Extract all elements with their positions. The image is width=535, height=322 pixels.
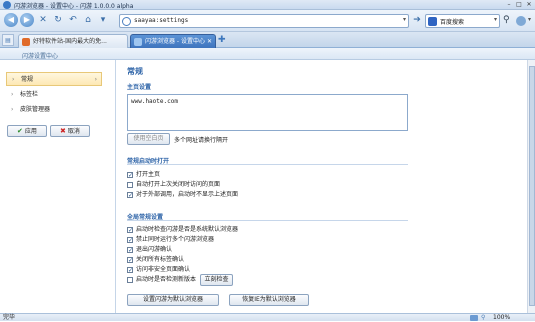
search-box[interactable]: 百度搜索 ▾	[425, 14, 500, 28]
checkbox-check-default[interactable]: ✓ 启动时检查闪游是否是系统默认浏览器	[127, 226, 238, 234]
new-tab-icon[interactable]: ✚	[218, 35, 228, 45]
page-title: 闪游设置中心	[22, 53, 59, 60]
site-favicon-icon	[22, 38, 30, 46]
checkbox-icon[interactable]: ✓	[127, 191, 133, 198]
address-input[interactable]: saayaa:settings	[134, 17, 188, 24]
cross-icon: ✖	[60, 127, 66, 135]
settings-header: 闪游设置中心	[0, 48, 535, 60]
sidebar-toggle-icon[interactable]: ▤	[2, 34, 14, 46]
checkbox-label: 退出闪游确认	[136, 246, 173, 253]
search-engine-label: 百度搜索	[440, 19, 465, 26]
bullet-icon: ›	[11, 91, 14, 98]
home-icon[interactable]: ⌂	[82, 14, 94, 26]
checkbox-confirm-insecure[interactable]: ✓ 访问非安全页面确认	[127, 266, 190, 274]
sidebar-item-label: 皮肤管理器	[20, 106, 51, 113]
checkbox-icon[interactable]	[127, 181, 133, 188]
divider	[127, 220, 408, 221]
chevron-right-icon: ›	[94, 76, 97, 83]
homepage-heading: 主页设置	[127, 84, 152, 91]
app-logo-icon	[3, 1, 11, 9]
checkbox-icon[interactable]: ✓	[127, 226, 133, 233]
check-icon: ✔	[17, 127, 23, 135]
checkbox-confirm-exit[interactable]: ✓ 退出闪游确认	[127, 246, 172, 254]
bullet-icon: ›	[12, 76, 15, 83]
checkbox-confirm-close-all[interactable]: ✓ 关闭所有标签确认	[127, 256, 184, 264]
chevron-down-icon[interactable]: ▾	[403, 16, 406, 23]
close-tab-icon[interactable]: ✕	[207, 35, 212, 48]
tab-label: 好特软件站-国内最大的免...	[33, 38, 107, 45]
sidebar-item-label: 常规	[21, 76, 34, 83]
sidebar-item-tabbar[interactable]: › 标签栏	[6, 88, 102, 102]
restore-ie-default-button[interactable]: 恢复IE为默认浏览器	[229, 294, 309, 306]
globe-icon	[122, 17, 131, 26]
divider	[127, 164, 408, 165]
tab-haote[interactable]: 好特软件站-国内最大的免...	[18, 34, 128, 48]
checkbox-label: 自动打开上次关闭时访问的页面	[136, 181, 221, 188]
checkbox-single-instance[interactable]: ✓ 禁止同时运行多个闪游浏览器	[127, 236, 214, 244]
status-bar: 完毕 ⚲ 100%	[0, 313, 535, 321]
page-icon	[470, 315, 478, 321]
title-bar: 闪游浏览器 - 设置中心 - 闪游 1.0.0.0 alpha – □ ✕	[0, 0, 535, 10]
checkbox-label: 访问非安全页面确认	[136, 266, 191, 273]
homepage-value[interactable]: www.haote.com	[131, 98, 178, 105]
forward-icon[interactable]: ▶	[20, 13, 34, 27]
checkbox-label: 关闭所有标签确认	[136, 256, 185, 263]
checkbox-icon[interactable]	[127, 276, 133, 283]
sidebar-item-label: 标签栏	[20, 91, 39, 98]
homepage-hint: 多个网址请换行隔开	[174, 137, 229, 144]
refresh-icon[interactable]: ↻	[52, 14, 64, 26]
tab-label: 闪游浏览器 - 设置中心	[145, 38, 205, 45]
close-button[interactable]: ✕	[524, 1, 534, 8]
minimize-button[interactable]: –	[504, 1, 514, 8]
scrollbar-thumb[interactable]	[529, 66, 535, 306]
dropdown-icon[interactable]: ▾	[97, 14, 109, 26]
apply-button[interactable]: ✔ 应用	[7, 125, 47, 137]
settings-content: 常规 主页设置 www.haote.com 使用空白页 多个网址请换行隔开 常规…	[117, 60, 527, 313]
checkbox-label: 对于外部调用，启动时不显示上述页面	[136, 191, 239, 198]
apply-label: 应用	[24, 128, 37, 135]
use-blank-page-button[interactable]: 使用空白页	[127, 133, 170, 145]
checkbox-restore-last[interactable]: 自动打开上次关闭时访问的页面	[127, 181, 220, 189]
checkbox-external-call[interactable]: ✓ 对于外部调用，启动时不显示上述页面	[127, 191, 238, 199]
window-title: 闪游浏览器 - 设置中心 - 闪游 1.0.0.0 alpha	[14, 3, 134, 10]
settings-sidebar: › 常规 › › 标签栏 › 皮肤管理器 ✔ 应用 ✖ 取消	[0, 60, 116, 313]
checkbox-icon[interactable]: ✓	[127, 171, 133, 178]
tab-settings[interactable]: 闪游浏览器 - 设置中心 ✕	[130, 34, 216, 48]
checkbox-icon[interactable]: ✓	[127, 246, 133, 253]
check-now-button[interactable]: 立刻检查	[200, 274, 233, 286]
scrollbar[interactable]	[527, 60, 535, 313]
chevron-down-icon[interactable]: ▾	[494, 16, 497, 23]
checkbox-icon[interactable]: ✓	[127, 256, 133, 263]
checkbox-label: 启动时是否检测新版本	[136, 276, 197, 283]
checkbox-open-homepage[interactable]: ✓ 打开主页	[127, 171, 160, 179]
back-icon[interactable]: ◀	[4, 13, 18, 27]
sidebar-item-general[interactable]: › 常规 ›	[6, 72, 102, 86]
go-icon[interactable]: ➔	[411, 14, 423, 26]
checkbox-label: 打开主页	[136, 171, 161, 178]
set-default-browser-button[interactable]: 设置闪游为默认浏览器	[127, 294, 219, 306]
cancel-button[interactable]: ✖ 取消	[50, 125, 90, 137]
address-bar[interactable]: saayaa:settings ▾	[119, 14, 409, 28]
homepage-textarea[interactable]: www.haote.com	[127, 94, 408, 131]
search-icon[interactable]: ⚲	[503, 15, 513, 25]
section-title: 常规	[127, 67, 143, 76]
maximize-button[interactable]: □	[514, 1, 524, 8]
sidebar-item-skins[interactable]: › 皮肤管理器	[6, 103, 102, 117]
navigation-toolbar: ◀ ▶ ✕ ↻ ↶ ⌂ ▾ saayaa:settings ▾ ➔ 百度搜索 ▾…	[0, 10, 535, 32]
checkbox-label: 禁止同时运行多个闪游浏览器	[136, 236, 215, 243]
chevron-down-icon[interactable]: ▾	[528, 16, 531, 23]
checkbox-icon[interactable]: ✓	[127, 266, 133, 273]
restore-icon[interactable]: ↶	[67, 14, 79, 26]
checkbox-label: 启动时检查闪游是否是系统默认浏览器	[136, 226, 239, 233]
settings-icon[interactable]	[516, 16, 526, 26]
bullet-icon: ›	[11, 106, 14, 113]
checkbox-check-updates[interactable]: 启动时是否检测新版本	[127, 276, 196, 284]
settings-favicon-icon	[134, 38, 142, 46]
baidu-icon	[428, 17, 437, 26]
cancel-label: 取消	[67, 128, 80, 135]
checkbox-icon[interactable]: ✓	[127, 236, 133, 243]
stop-icon[interactable]: ✕	[37, 14, 49, 26]
